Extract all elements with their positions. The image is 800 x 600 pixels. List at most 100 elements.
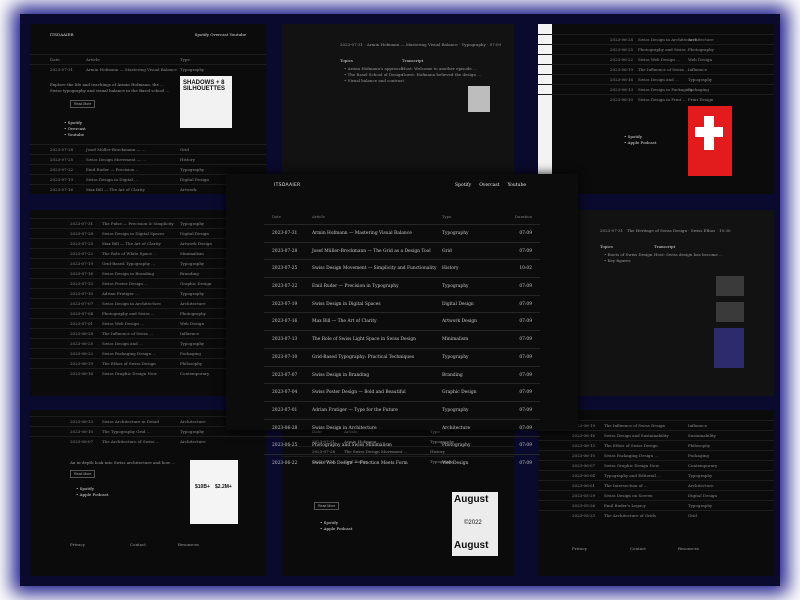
tile-paragraph: Swiss typography and visual balance in t… [50, 88, 170, 93]
table-row: 2023-06-10 Swiss Design in Print ... Print… [538, 94, 774, 104]
tile-episode-archive: 2023-06-19 The Influence of Swiss Design I… [538, 410, 774, 576]
episode-type: Artwork Design [442, 319, 478, 325]
table-row: 2023-06-07 Swiss Graphic Design Now Contem… [538, 460, 774, 470]
table-row: 2023-06-16 Swiss Design and ... Typography [538, 74, 774, 84]
table-row: 2023-05-26 Emil Ruder's Legacy Typography [538, 500, 774, 510]
episode-row[interactable]: 2023-07-25 Swiss Design Movement — Simpli… [264, 259, 540, 277]
episode-duration: 07:09 [519, 372, 532, 378]
episode-date: 2023-07-04 [272, 390, 298, 396]
nav-overcast[interactable]: Overcast [479, 183, 499, 188]
footer-label: Contact [630, 546, 646, 551]
platform-nav: Spotify Overcast Youtube [455, 183, 526, 188]
episode-row[interactable]: 2023-07-28 Josef Müller-Brockmann — The G… [264, 241, 540, 260]
topic-line: • Key figures [604, 258, 631, 263]
footer-label: Privacy [572, 546, 588, 551]
episode-duration: 07:09 [519, 407, 532, 413]
header-article: Article [312, 214, 325, 219]
episode-row[interactable]: 2023-07-01 Adrian Frutiger — Type for the… [264, 400, 540, 419]
table-row: 2023-06-13 The Ethos of Swiss Design Philo… [538, 440, 774, 450]
episode-type: History [442, 266, 459, 272]
episode-date: 2023-07-13 [272, 337, 298, 343]
episode-row[interactable]: 2023-07-10 Grid-Based Typography: Practic… [264, 347, 540, 366]
thumbnail [468, 86, 490, 112]
tile-nav[interactable]: Spotify Overcast Youtube [195, 32, 246, 37]
table-row: 2023-06-13 Swiss Design in Packaging Packa… [538, 84, 774, 94]
episode-row[interactable]: 2023-07-31 Armin Hofmann — Mastering Visu… [264, 224, 540, 242]
topic-line: • Visual balance and contrast [344, 78, 404, 83]
nav-youtube[interactable]: Youtube [508, 183, 526, 188]
episode-row[interactable]: 2023-07-22 Emil Ruder — Precision in Typo… [264, 277, 540, 295]
read-more-button[interactable]: Read More [70, 470, 96, 478]
episode-title: Grid-Based Typography: Practical Techniq… [312, 354, 414, 360]
episode-type: Typography [442, 354, 469, 360]
episode-type: Graphic Design [442, 390, 477, 396]
table-row: 2023-06-04 Typography and Editorial ... Ty… [538, 470, 774, 480]
episode-title: Adrian Frutiger — Type for the Future [312, 407, 398, 413]
episode-row[interactable]: 2023-06-25 Photography and Swiss Minimali… [264, 436, 540, 454]
episode-type: Typography [442, 284, 469, 290]
read-more-button[interactable]: Read More [314, 502, 340, 510]
table-row: 2023-06-01 The Intersection of ... Archite… [538, 480, 774, 490]
episode-row[interactable]: 2023-07-16 Max Bill — The Art of Clarity A… [264, 312, 540, 330]
episode-title: Swiss Poster Design — Bold and Beautiful [312, 390, 406, 396]
poster-title: SHADOWS + 8 SILHOUETTES [183, 80, 226, 92]
bullet: • Spotify [320, 520, 338, 525]
tile-breadcrumb: 2023-07-31 · The Heritage of Swiss Desig… [600, 228, 731, 233]
poster-title: $10B+ [195, 484, 210, 490]
thumbnail-stack [716, 276, 744, 296]
episode-duration: 07:09 [519, 443, 532, 449]
site-logo[interactable]: ITSDAAIER [274, 183, 301, 188]
episode-duration: 07:09 [519, 425, 532, 431]
poster-value: $2.2M+ [215, 484, 232, 490]
table-row: Date Article Type [30, 54, 266, 64]
episode-duration: 07:09 [519, 284, 532, 290]
episode-row[interactable]: 2023-06-22 Swiss Web Design — Function Me… [264, 453, 540, 472]
episode-date: 2023-07-31 [272, 231, 298, 236]
episode-duration: 10:02 [519, 266, 532, 272]
episode-title: Swiss Web Design — Function Meets Form [312, 460, 408, 466]
nav-spotify[interactable]: Spotify [455, 183, 471, 188]
episode-row[interactable]: 2023-07-13 The Role of Swiss Light Space … [264, 330, 540, 348]
bullet: • Spotify [64, 120, 82, 125]
table-row: 2023-06-28 Swiss Design in Architecture Ar… [538, 34, 774, 44]
table-row: 2023-06-25 Photography and Swiss ... Photo… [538, 44, 774, 54]
episode-date: 2023-06-28 [272, 425, 298, 431]
episode-row[interactable]: 2023-07-19 Swiss Design in Digital Spaces… [264, 294, 540, 313]
episode-date: 2023-06-25 [272, 443, 298, 449]
episode-title: Swiss Design in Branding [312, 372, 370, 378]
episode-duration: 07:09 [519, 460, 532, 466]
episode-duration: 07:09 [519, 390, 532, 396]
table-row: 2023-07-22 Emil Ruder — Precision ... Typo… [30, 164, 266, 174]
topics-heading: Topics [600, 244, 613, 249]
episode-row[interactable]: 2023-07-04 Swiss Poster Design — Bold and… [264, 383, 540, 401]
episode-row[interactable]: 2023-06-28 Swiss Design in Architecture Ar… [264, 418, 540, 437]
episode-title: Josef Müller-Brockmann — The Grid as a D… [312, 248, 431, 254]
table-row: 2023-06-22 Swiss Web Design ... Web Design [538, 54, 774, 64]
table-row: 2023-06-16 Swiss Design and Sustainabilit… [538, 430, 774, 440]
topic-line: • Roots of Swiss Design [604, 252, 653, 257]
table-row: 2023-05-23 The Architecture of Grids Grid [538, 510, 774, 520]
episode-row[interactable]: 2023-07-07 Swiss Design in Branding Brandi… [264, 365, 540, 384]
episode-duration: 07:09 [519, 337, 532, 343]
table-row: 2023-07-25 Swiss Design Movement — ... His… [30, 154, 266, 164]
swiss-cross-poster [688, 106, 732, 176]
header-date: Date [272, 214, 282, 219]
episode-title: Swiss Design Movement — Simplicity and F… [312, 266, 437, 272]
read-more-button[interactable]: Read More [70, 100, 96, 108]
transcript-heading: Transcript [654, 244, 676, 249]
table-row: 2023-06-07 The Architecture of Swiss ... A… [30, 436, 266, 446]
episode-date: 2023-07-10 [272, 354, 298, 360]
episode-date: 2023-07-28 [272, 248, 298, 254]
bullet: • Apple Podcast [320, 526, 353, 531]
episode-type: Digital Design [442, 301, 474, 307]
episode-title: Max Bill — The Art of Clarity [312, 319, 377, 325]
tile-breadcrumb: 2023-07-31 · Armin Hofmann — Mastering V… [340, 42, 502, 47]
episode-title: Swiss Design in Digital Spaces [312, 301, 381, 307]
episode-duration: 07:09 [519, 354, 532, 360]
bullet: • Youtube [64, 132, 85, 137]
poster-billions: $10B+ $2.2M+ [190, 460, 238, 524]
episode-title: Swiss Design in Architecture [312, 425, 377, 431]
tile-podcast-home: ITSDAAIER Spotify Overcast Youtube Date A… [30, 24, 266, 194]
footer-label: Privacy [70, 542, 86, 547]
tile-episode-poster: 2023-06-28 Swiss Design in Architecture Ar… [538, 24, 774, 194]
